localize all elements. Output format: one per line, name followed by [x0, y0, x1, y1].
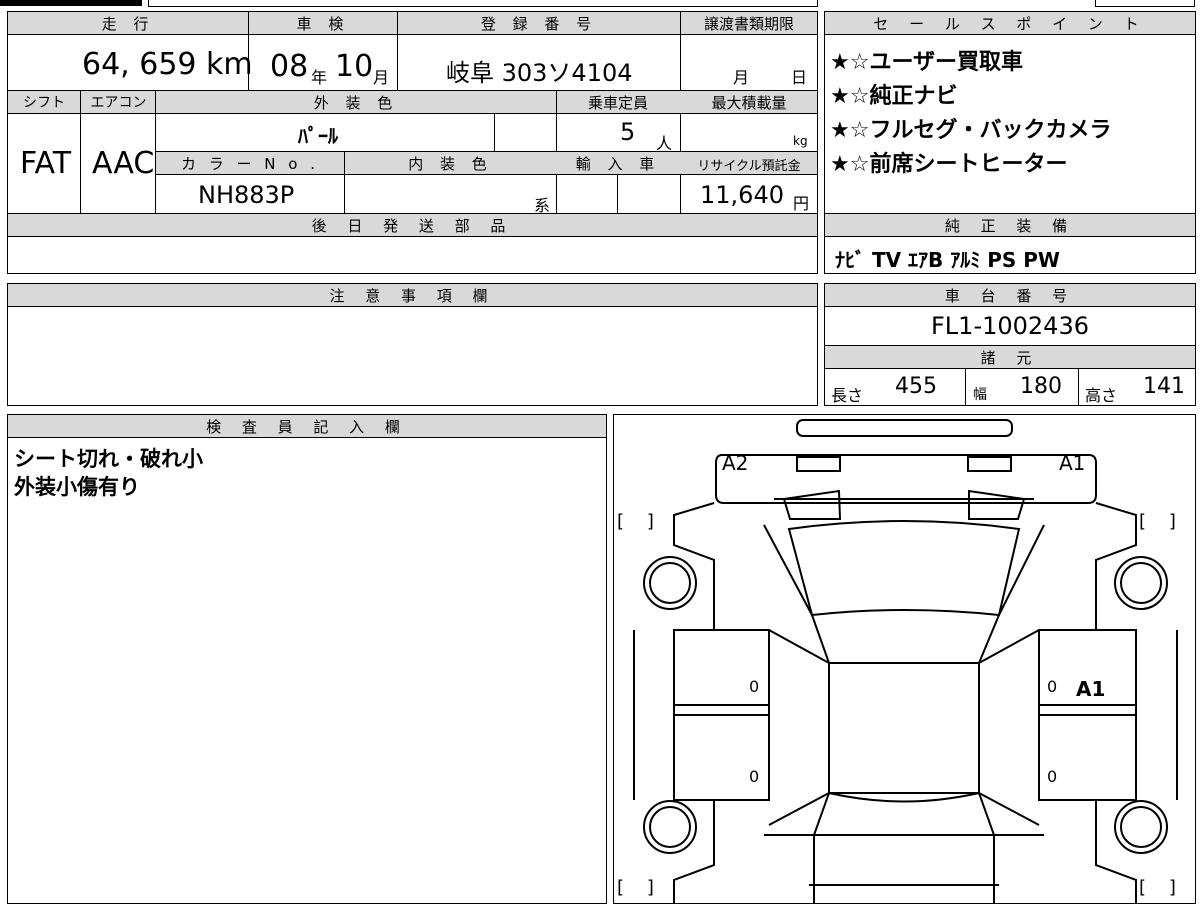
width-label: 幅: [973, 387, 987, 403]
height-label: 高さ: [1085, 386, 1118, 405]
inspector-notes-box: 検 査 員 記 入 欄 シート切れ・破れ小 外装小傷有り: [7, 414, 607, 904]
top-black-bar: [0, 0, 142, 6]
aircon-header: エアコン: [90, 95, 147, 111]
damage-label-a1-side: A1: [1076, 677, 1106, 701]
equipment-header: 純 正 装 備: [944, 217, 1076, 235]
recycle-value: 11,640: [700, 181, 784, 209]
year-unit: 年: [311, 68, 328, 87]
width-value: 180: [1020, 374, 1062, 399]
panel-value: 0: [749, 677, 760, 696]
sales-points-box: セ ー ル ス ポ イ ン ト ★☆ユーザー買取車 ★☆純正ナビ ★☆フルセグ・…: [824, 11, 1196, 274]
sales-point-item: ★☆フルセグ・バックカメラ: [830, 118, 1112, 143]
inspector-note-line: シート切れ・破れ小: [14, 447, 203, 471]
recycle-header: リサイクル預託金: [697, 159, 801, 174]
car-diagram: A2 A1 A1 0 0 0 0 [ ] [ ] [ ] [ ]: [613, 414, 1196, 904]
load-unit: kg: [793, 134, 808, 148]
height-value: 141: [1143, 374, 1185, 399]
notes-header: 注 意 事 項 欄: [329, 287, 496, 305]
capacity-value: 5: [620, 118, 636, 146]
inspection-month: 10: [335, 49, 374, 84]
sales-point-item: ★☆純正ナビ: [830, 84, 958, 109]
mileage-value: 64, 659: [82, 47, 197, 82]
length-value: 455: [895, 374, 937, 399]
chassis-specs-box: 車 台 番 号 FL1-1002436 諸 元 長さ 455 幅 180 高さ …: [824, 283, 1196, 406]
import-header: 輸 入 車: [575, 155, 661, 173]
mileage-unit: km: [206, 47, 253, 82]
sales-point-item: ★☆ユーザー買取車: [830, 50, 1024, 75]
bracket-mark: [ ]: [1139, 511, 1176, 532]
panel-value: 0: [749, 767, 760, 786]
length-label: 長さ: [831, 386, 864, 405]
aircon-value: AAC: [92, 146, 155, 181]
inspection-year: 08: [270, 49, 309, 84]
notes-box: 注 意 事 項 欄: [7, 283, 818, 406]
mileage-header: 走 行: [101, 15, 155, 33]
color-no-value: NH883P: [198, 181, 295, 209]
inspection-header: 車 検: [296, 15, 350, 33]
panel-value: 0: [1047, 767, 1058, 786]
exterior-color-header: 外 装 色: [313, 94, 399, 112]
inspector-note-line: 外装小傷有り: [14, 475, 140, 499]
recycle-unit: 円: [793, 194, 810, 213]
panel-value: 0: [1047, 677, 1058, 696]
exterior-color-value: ﾊﾟｰﾙ: [298, 124, 338, 148]
max-load-header: 最大積載量: [711, 94, 787, 112]
capacity-header: 乗車定員: [587, 94, 648, 112]
vehicle-info-table: 走 行 車 検 登 録 番 号 譲渡書類期限 64, 659 km 08 年 1…: [7, 11, 818, 274]
registration-number: 岐阜 303ソ4104: [446, 59, 633, 87]
bracket-mark: [ ]: [617, 877, 654, 898]
damage-label-a1-top: A1: [1059, 451, 1086, 475]
deadline-month-unit: 月: [733, 68, 750, 87]
deadline-day-unit: 日: [791, 68, 808, 87]
bracket-mark: [ ]: [617, 511, 654, 532]
shift-header: シフト: [23, 95, 65, 111]
color-no-header: カ ラ ー N o .: [180, 155, 319, 173]
registration-header: 登 録 番 号: [480, 15, 598, 33]
damage-label-a2: A2: [722, 451, 749, 475]
bracket-mark: [ ]: [1139, 877, 1176, 898]
later-parts-header: 後 日 発 送 部 品: [311, 217, 514, 235]
equipment-value: ﾅﾋﾞ TV ｴｱB ｱﾙﾐ PS PW: [835, 248, 1060, 272]
car-outline-svg: [633, 419, 1178, 903]
inspector-header: 検 査 員 記 入 欄: [206, 418, 408, 436]
month-unit: 月: [373, 68, 390, 87]
sales-points-header: セ ー ル ス ポ イ ン ト: [873, 15, 1147, 33]
specs-header: 諸 元: [980, 349, 1040, 367]
top-strip-right: [1095, 0, 1195, 7]
chassis-value: FL1-1002436: [931, 312, 1089, 340]
top-strip: [148, 0, 818, 7]
transfer-deadline-header: 譲渡書類期限: [703, 15, 794, 33]
sales-point-item: ★☆前席シートヒーター: [830, 152, 1068, 177]
interior-color-header: 内 装 色: [408, 155, 493, 173]
chassis-header: 車 台 番 号: [944, 287, 1076, 305]
shift-value: FAT: [20, 146, 72, 181]
